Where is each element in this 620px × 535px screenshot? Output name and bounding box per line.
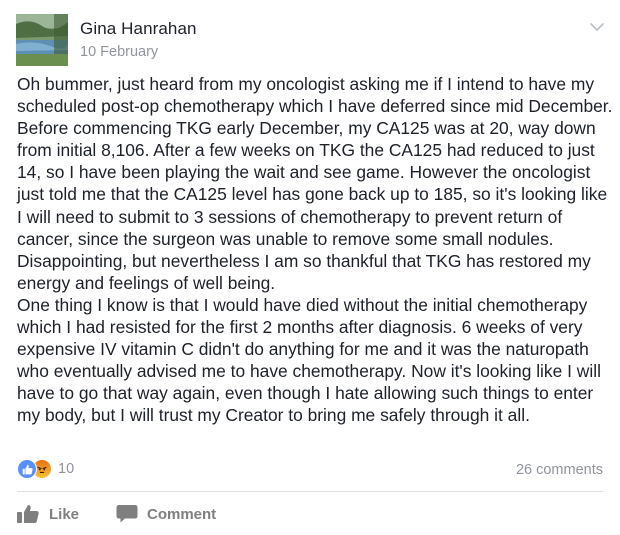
comments-count-link[interactable]: 26 comments: [516, 462, 603, 478]
post-date[interactable]: 10 February: [80, 44, 158, 60]
like-label: Like: [49, 505, 80, 523]
comment-label: Comment: [147, 505, 217, 523]
comment-bubble-icon: [116, 505, 138, 523]
post-paragraph: Disappointing, but nevertheless I am so …: [17, 250, 591, 293]
avatar[interactable]: [16, 14, 68, 66]
like-button[interactable]: Like: [16, 504, 79, 524]
post-body: Oh bummer, just heard from my oncologist…: [17, 73, 613, 427]
post-options-chevron-icon[interactable]: [588, 20, 606, 34]
thumbs-up-icon: [17, 505, 39, 523]
like-reaction-icon: [17, 459, 37, 479]
divider: [17, 491, 603, 492]
reactions-summary[interactable]: 10: [17, 459, 74, 479]
reaction-count: 10: [58, 461, 75, 477]
avatar-photo: [16, 14, 68, 66]
post-paragraph: One thing I know is that I would have di…: [17, 294, 601, 426]
post-card: Gina Hanrahan 10 February Oh bummer, jus…: [0, 0, 620, 535]
comment-button[interactable]: Comment: [116, 504, 216, 524]
post-paragraph: Oh bummer, just heard from my oncologist…: [17, 74, 613, 249]
author-name[interactable]: Gina Hanrahan: [80, 19, 197, 39]
